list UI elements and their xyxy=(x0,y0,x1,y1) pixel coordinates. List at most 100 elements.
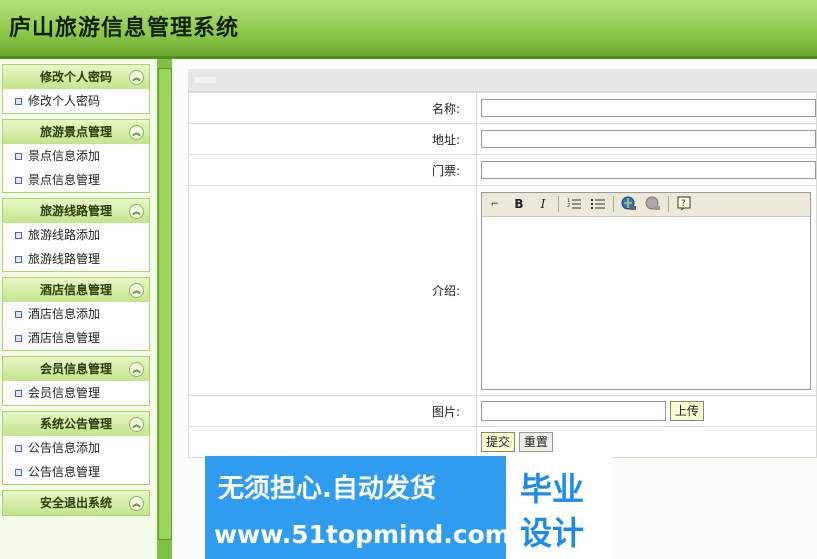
sidebar-group-routes: 旅游线路管理 ︽ 旅游线路添加 旅游线路管理 xyxy=(2,198,150,272)
watermark-banner: 无须担心.自动发货 www.51topmind.com 毕业 设计 xyxy=(205,456,612,559)
svg-text:?: ? xyxy=(681,199,686,209)
sidebar-item-attraction-manage[interactable]: 景点信息管理 xyxy=(3,168,149,192)
bullet-icon xyxy=(15,153,22,160)
watermark-left: 无须担心.自动发货 www.51topmind.com xyxy=(205,456,511,559)
sidebar-group-notices: 系统公告管理 ︽ 公告信息添加 公告信息管理 xyxy=(2,411,150,485)
watermark-badge: 毕业 设计 xyxy=(506,456,612,559)
unordered-list-icon[interactable] xyxy=(589,195,607,213)
sidebar-group-title: 系统公告管理 xyxy=(39,417,112,431)
sidebar-group-header[interactable]: 系统公告管理 ︽ xyxy=(3,412,149,436)
sidebar-group-hotels: 酒店信息管理 ︽ 酒店信息添加 酒店信息管理 xyxy=(2,277,150,351)
collapse-icon[interactable]: ︽ xyxy=(129,496,144,511)
collapse-icon[interactable]: ︽ xyxy=(129,204,144,219)
sidebar-group-logout: 安全退出系统 ︽ xyxy=(2,490,150,516)
sidebar-item-hotel-add[interactable]: 酒店信息添加 xyxy=(3,302,149,326)
bullet-icon xyxy=(15,232,22,239)
sidebar-item-attraction-add[interactable]: 景点信息添加 xyxy=(3,144,149,168)
image-path-input[interactable] xyxy=(481,400,666,421)
drag-handle-icon[interactable]: ⌐ xyxy=(486,195,504,213)
sidebar-group-title: 酒店信息管理 xyxy=(39,283,112,297)
sidebar-group-header[interactable]: 酒店信息管理 ︽ xyxy=(3,278,149,302)
sidebar-item-change-password[interactable]: 修改个人密码 xyxy=(3,89,149,113)
attraction-form: 名称: 地址: 门票: 介绍: ⌐ B I 12 ? 图片: 上传 提交 重置 xyxy=(188,92,817,458)
intro-editor: ⌐ B I 12 ? xyxy=(481,191,811,390)
sidebar-group-header[interactable]: 安全退出系统 ︽ xyxy=(3,491,149,515)
address-label: 地址: xyxy=(188,123,477,155)
sidebar-group-title: 安全退出系统 xyxy=(39,496,112,510)
intro-editor-area[interactable] xyxy=(482,217,810,388)
name-label: 名称: xyxy=(188,92,477,124)
sidebar-group-title: 修改个人密码 xyxy=(39,70,112,84)
name-input[interactable] xyxy=(481,99,816,117)
bullet-icon xyxy=(15,177,22,184)
reset-button[interactable]: 重置 xyxy=(518,432,553,452)
sidebar-item-hotel-manage[interactable]: 酒店信息管理 xyxy=(3,326,149,350)
bullet-icon xyxy=(15,445,22,452)
sidebar-group-members: 会员信息管理 ︽ 会员信息管理 xyxy=(2,356,150,406)
collapse-icon[interactable]: ︽ xyxy=(129,283,144,298)
bullet-icon xyxy=(15,98,22,105)
submit-button[interactable]: 提交 xyxy=(481,432,516,452)
help-icon[interactable]: ? xyxy=(675,195,693,213)
sidebar: 修改个人密码 ︽ 修改个人密码 旅游景点管理 ︽ 景点信息添加 景点信息管理 旅… xyxy=(2,64,150,521)
watermark-badge-line1: 毕业 xyxy=(520,470,585,508)
upload-button[interactable]: 上传 xyxy=(669,401,704,422)
unlink-icon[interactable] xyxy=(644,195,662,213)
ticket-input[interactable] xyxy=(481,161,816,179)
intro-label: 介绍: xyxy=(188,185,477,396)
bullet-icon xyxy=(15,256,22,263)
sidebar-group-title: 旅游线路管理 xyxy=(39,204,112,218)
form-title-bar xyxy=(188,69,817,92)
collapse-icon[interactable]: ︽ xyxy=(129,362,144,377)
sidebar-item-label: 旅游线路添加 xyxy=(28,228,101,242)
sidebar-item-label: 酒店信息添加 xyxy=(28,307,101,321)
watermark-slogan: 无须担心.自动发货 xyxy=(218,474,436,504)
sidebar-item-notice-manage[interactable]: 公告信息管理 xyxy=(3,460,149,484)
sidebar-group-header[interactable]: 旅游线路管理 ︽ xyxy=(3,199,149,223)
collapse-icon[interactable]: ︽ xyxy=(129,417,144,432)
sidebar-item-label: 酒店信息管理 xyxy=(28,331,101,345)
title-bar-mark xyxy=(194,77,216,83)
toolbar-separator xyxy=(613,196,614,212)
sidebar-group-header[interactable]: 修改个人密码 ︽ xyxy=(3,65,149,89)
collapse-icon[interactable]: ︽ xyxy=(129,125,144,140)
bullet-icon xyxy=(15,335,22,342)
sidebar-group-title: 旅游景点管理 xyxy=(39,125,112,139)
bold-icon[interactable]: B xyxy=(510,195,528,213)
sidebar-item-label: 景点信息管理 xyxy=(28,173,101,187)
sidebar-item-route-manage[interactable]: 旅游线路管理 xyxy=(3,247,149,271)
ticket-label: 门票: xyxy=(188,154,477,186)
ordered-list-icon[interactable]: 12 xyxy=(565,195,583,213)
sidebar-item-route-add[interactable]: 旅游线路添加 xyxy=(3,223,149,247)
app-title: 庐山旅游信息管理系统 xyxy=(9,16,240,41)
watermark-badge-line2: 设计 xyxy=(520,514,585,552)
bullet-icon xyxy=(15,311,22,318)
svg-text:2: 2 xyxy=(567,203,570,209)
bullet-icon xyxy=(15,469,22,476)
sidebar-item-notice-add[interactable]: 公告信息添加 xyxy=(3,436,149,460)
sidebar-item-label: 景点信息添加 xyxy=(28,149,101,163)
actions-label-cell xyxy=(188,426,477,458)
sidebar-group-title: 会员信息管理 xyxy=(39,362,112,376)
sidebar-group-password: 修改个人密码 ︽ 修改个人密码 xyxy=(2,64,150,114)
address-input[interactable] xyxy=(481,130,816,148)
sidebar-scroll-thumb[interactable] xyxy=(158,68,172,540)
sidebar-item-label: 公告信息添加 xyxy=(28,441,101,455)
watermark-url: www.51topmind.com xyxy=(214,520,511,549)
sidebar-item-member-manage[interactable]: 会员信息管理 xyxy=(3,381,149,405)
sidebar-item-label: 旅游线路管理 xyxy=(28,252,101,266)
bullet-icon xyxy=(15,390,22,397)
link-icon[interactable] xyxy=(620,195,638,213)
sidebar-item-label: 会员信息管理 xyxy=(28,386,101,400)
sidebar-item-label: 公告信息管理 xyxy=(28,465,101,479)
toolbar-separator xyxy=(558,196,559,212)
collapse-icon[interactable]: ︽ xyxy=(129,70,144,85)
sidebar-item-label: 修改个人密码 xyxy=(28,94,101,108)
italic-icon[interactable]: I xyxy=(534,195,552,213)
toolbar-separator xyxy=(668,196,669,212)
sidebar-group-header[interactable]: 会员信息管理 ︽ xyxy=(3,357,149,381)
image-label: 图片: xyxy=(188,395,477,427)
sidebar-group-attractions: 旅游景点管理 ︽ 景点信息添加 景点信息管理 xyxy=(2,119,150,193)
app-header: 庐山旅游信息管理系统 xyxy=(0,0,817,59)
sidebar-group-header[interactable]: 旅游景点管理 ︽ xyxy=(3,120,149,144)
